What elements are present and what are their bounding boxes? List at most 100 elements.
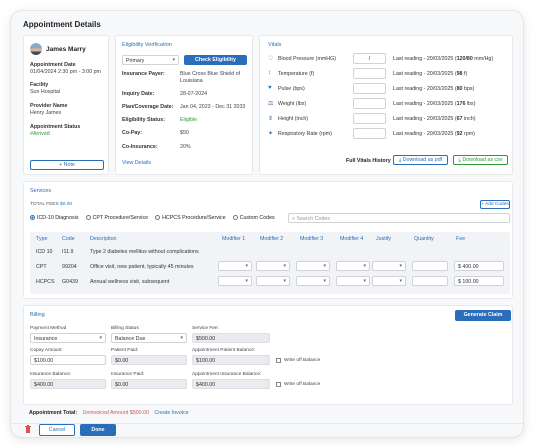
write-off-insurance-checkbox[interactable] — [276, 382, 281, 387]
table-cell: CPT — [36, 264, 47, 270]
add-codes-button[interactable]: + Add Codes — [480, 200, 510, 209]
inquiry-date-label: Inquiry Date: — [122, 91, 155, 97]
column-header: Quantity — [414, 236, 434, 242]
vital-label: Pulse (bps) — [278, 86, 305, 92]
download-csv-button[interactable]: ⤓ Download as csv — [453, 155, 508, 165]
create-invoice-link[interactable]: Create Invoice — [154, 410, 188, 416]
download-icon: ⤓ — [398, 157, 402, 163]
last-reading: Last reading - 20/03/2025 (80 bps) — [393, 86, 475, 92]
patient-paid-field: $0.00 — [111, 355, 187, 365]
quantity-input[interactable] — [412, 261, 448, 271]
modifier-select[interactable] — [296, 261, 330, 271]
status-badge: #Arrived — [30, 131, 50, 137]
view-details-link[interactable]: View Details — [122, 160, 151, 166]
last-reading: Last reading - 20/03/2025 (176 lbs) — [393, 101, 476, 107]
full-vitals-history-label: Full Vitals History — [346, 158, 391, 164]
vital-input[interactable] — [353, 128, 386, 139]
write-off-patient-label: Write off Balance — [284, 358, 321, 363]
vitals-title: Vitals — [268, 42, 282, 48]
modifier-select[interactable] — [296, 276, 330, 286]
copay-amount-input[interactable]: $100.00 — [30, 355, 106, 365]
search-codes-input[interactable]: ⌕ Search Codes — [288, 213, 510, 223]
download-pdf-button[interactable]: ⤓ Download as pdf — [393, 155, 448, 165]
heart-icon: ♡ — [268, 56, 274, 62]
fee-input[interactable]: $ 400.00 — [454, 261, 504, 271]
modifier-select[interactable] — [218, 261, 252, 271]
table-cell: G0439 — [62, 279, 78, 285]
insurance-payer-label: Insurance Payer: — [122, 71, 165, 77]
cancel-button[interactable]: Cancel — [39, 424, 75, 436]
copay-value: $50 — [180, 130, 189, 136]
vital-label: Height (inch) — [278, 116, 309, 122]
eligibility-status-label: Eligibility Status: — [122, 117, 165, 123]
delete-icon[interactable] — [25, 425, 31, 433]
table-cell: ICD 10 — [36, 249, 53, 255]
inquiry-date-value: 28-07-2024 — [180, 91, 208, 97]
avatar — [30, 43, 42, 55]
radio-hcpcs[interactable]: HCPCS Procedure/Service — [155, 215, 226, 221]
height-icon: ⇕ — [268, 116, 274, 122]
insurance-priority-select[interactable]: Primary — [122, 55, 179, 65]
vital-input[interactable] — [353, 83, 386, 94]
code-type-radios: ICD-10 Diagnosis CPT Procedure/Service H… — [30, 215, 275, 221]
last-reading: Last reading - 20/03/2025 (120/80 mm/Hg) — [393, 56, 494, 62]
add-note-button[interactable]: + Note — [30, 160, 104, 170]
radio-cpt[interactable]: CPT Procedure/Service — [85, 215, 148, 221]
insurance-paid-field: $0.00 — [111, 379, 187, 389]
write-off-patient-checkbox[interactable] — [276, 358, 281, 363]
check-eligibility-button[interactable]: Check Eligibility — [184, 55, 247, 65]
facility-value: Sun Hospital — [30, 89, 61, 95]
eligibility-title: Eligibility Verification — [122, 42, 172, 48]
vital-label: Weight (lbs) — [278, 101, 307, 107]
modifier-select[interactable] — [256, 261, 290, 271]
modifier-select[interactable] — [372, 261, 406, 271]
billing-status-select[interactable]: Balance Due — [111, 333, 187, 343]
modifier-select[interactable] — [372, 276, 406, 286]
radio-custom[interactable]: Custom Codes — [232, 215, 275, 221]
table-cell: Office visit, new patient, typically 45 … — [90, 264, 194, 270]
vital-input[interactable] — [353, 98, 386, 109]
radio-icd10[interactable]: ICD-10 Diagnosis — [30, 215, 79, 221]
payment-method-label: Payment Method — [30, 326, 67, 331]
copay-amount-label: Copay Amount: — [30, 348, 63, 353]
modifier-select[interactable] — [336, 276, 370, 286]
billing-status-label: Billing Status — [111, 326, 139, 331]
done-button[interactable]: Done — [80, 424, 116, 436]
insurance-balance-label: Insurance Balance: — [30, 372, 72, 377]
last-reading: Last reading - 20/03/2025 (67 inch) — [393, 116, 476, 122]
column-header: Modifier 2 — [260, 236, 284, 242]
eligibility-card: Eligibility Verification Primary Check E… — [115, 35, 253, 175]
provider-label: Provider Name — [30, 103, 68, 109]
vital-label: Blood Pressure (mmHG) — [278, 56, 336, 62]
modifier-select[interactable] — [256, 276, 290, 286]
pulse-icon: ♥ — [268, 85, 272, 91]
appt-patient-balance-field: $100.00 — [192, 355, 270, 365]
generate-claim-button[interactable]: Generate Claim — [455, 310, 511, 321]
patient-name: James Marry — [46, 46, 86, 53]
patient-card: James Marry Appointment Date 01/04/2024 … — [23, 35, 109, 175]
column-header: Type — [36, 236, 48, 242]
coinsurance-value: 20% — [180, 144, 191, 150]
column-header: Fee — [456, 236, 466, 242]
appointment-date-label: Appointment Date — [30, 62, 76, 68]
vital-input[interactable] — [353, 113, 386, 124]
quantity-input[interactable] — [412, 276, 448, 286]
vital-input[interactable] — [353, 68, 386, 79]
facility-label: Facility — [30, 82, 49, 88]
fee-input[interactable]: $ 100.00 — [454, 276, 504, 286]
table-cell: 99204 — [62, 264, 77, 270]
appt-insurance-balance-label: Appointment Insurance Balance: — [192, 372, 262, 377]
vital-input[interactable]: / — [353, 53, 386, 64]
insurance-balance-field: $400.00 — [30, 379, 106, 389]
insurance-paid-label: Insurance Paid: — [111, 372, 145, 377]
appointment-total: Appointment Total: Uninvoiced Amount $50… — [29, 410, 189, 416]
services-title: Services — [30, 188, 52, 194]
eligibility-status-value: Eligible — [180, 117, 198, 123]
payment-method-select[interactable]: Insurance — [30, 333, 106, 343]
column-header: Modifier 4 — [340, 236, 364, 242]
modifier-select[interactable] — [218, 276, 252, 286]
modifier-select[interactable] — [336, 261, 370, 271]
column-header: Modifier 1 — [222, 236, 246, 242]
table-cell: I11.9 — [62, 249, 74, 255]
billing-card: Billing Generate Claim Payment Method In… — [23, 305, 513, 405]
